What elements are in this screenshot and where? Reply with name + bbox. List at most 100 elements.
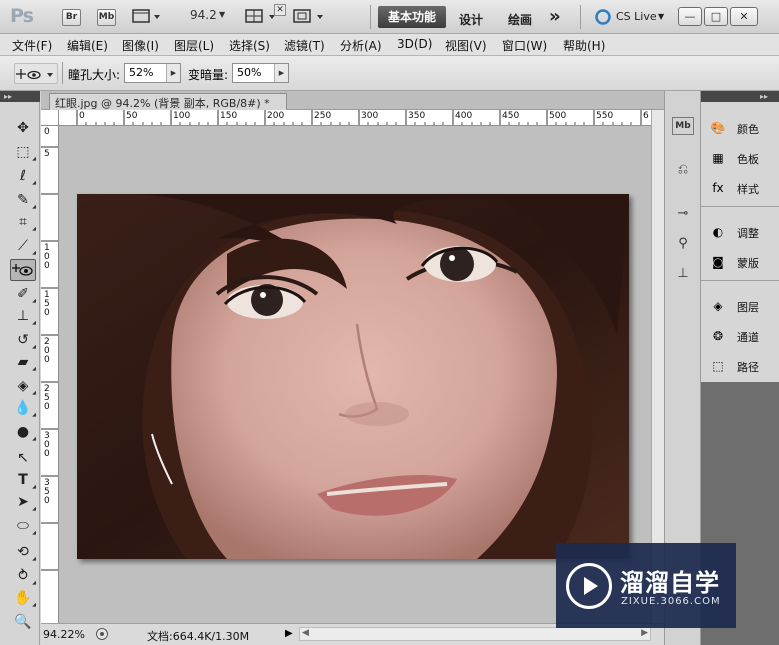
- application-bar: Ps Br Mb 94.2 ▼ 基本功能 设计 绘画 » CS Live ▼ —…: [0, 0, 779, 34]
- cs-live-button[interactable]: CS Live: [616, 10, 657, 23]
- screen-mode-icon: [293, 9, 323, 23]
- brush-tool-icon[interactable]: ✐ ◢: [10, 283, 36, 305]
- eraser-tool-icon[interactable]: ▰ ◢: [10, 351, 36, 373]
- ruler-label: 50: [126, 111, 138, 121]
- menu-layer[interactable]: 图层(L): [174, 37, 214, 54]
- clone-stamp-tool-icon[interactable]: ⊥ ◢: [10, 305, 36, 327]
- status-info-icon[interactable]: [95, 627, 109, 644]
- horizontal-scrollbar[interactable]: ◀ ▶: [299, 627, 651, 641]
- panel-label: 图层: [737, 301, 759, 314]
- quick-selection-tool-icon[interactable]: ✎ ◢: [10, 189, 36, 211]
- bridge-button[interactable]: Br: [62, 9, 81, 26]
- pupil-size-input[interactable]: 52% ▶: [124, 63, 181, 83]
- 3d-rotate-tool-icon[interactable]: ⟲ ◢: [10, 541, 36, 563]
- menu-3d[interactable]: 3D(D): [397, 37, 432, 51]
- zoom-percent-field[interactable]: 94.22%: [43, 627, 91, 643]
- menu-help[interactable]: 帮助(H): [563, 37, 605, 54]
- panel-paths[interactable]: ⬚ 路径: [701, 352, 779, 380]
- panel-channels[interactable]: ❂ 通道: [701, 322, 779, 350]
- zoom-dropdown-icon[interactable]: ▼: [219, 10, 225, 19]
- menu-analysis[interactable]: 分析(A): [340, 37, 382, 54]
- horizontal-ruler[interactable]: 0 50 100 150 200 250 300 350 400 450 500…: [59, 110, 651, 126]
- expand-panels-icon[interactable]: ▸▸: [760, 91, 768, 102]
- cs-live-dropdown-icon[interactable]: ▼: [658, 12, 664, 21]
- photoshop-window: Ps Br Mb 94.2 ▼ 基本功能 设计 绘画 » CS Live ▼ —…: [0, 0, 779, 645]
- eyedropper-tool-icon[interactable]: ⟋ ◢: [10, 235, 36, 257]
- menu-filter[interactable]: 滤镜(T): [284, 37, 325, 54]
- menu-file[interactable]: 文件(F): [12, 37, 52, 54]
- ruler-label: 3 5 0: [44, 478, 50, 506]
- darken-amount-slider-icon[interactable]: ▶: [274, 64, 288, 82]
- move-tool-icon[interactable]: ✥: [10, 117, 36, 139]
- scroll-right-icon[interactable]: ▶: [641, 628, 648, 638]
- minimize-button[interactable]: —: [678, 7, 702, 26]
- ellipse-tool-icon[interactable]: ⬭ ◢: [10, 515, 36, 537]
- view-extras-button[interactable]: [132, 8, 164, 27]
- more-workspaces-icon[interactable]: »: [549, 6, 561, 27]
- adjustments-icon: ◐: [712, 225, 724, 239]
- blur-tool-icon[interactable]: 💧 ◢: [10, 397, 36, 419]
- portrait-photo[interactable]: [77, 194, 629, 559]
- panel-styles[interactable]: fx 样式: [701, 174, 779, 202]
- panel-layers[interactable]: ◈ 图层: [701, 292, 779, 320]
- panel-divider: [701, 280, 779, 281]
- photoshop-logo: Ps: [10, 5, 34, 27]
- tool-preset-picker[interactable]: [14, 63, 58, 84]
- ruler-label: 450: [502, 111, 520, 121]
- styles-icon: fx: [712, 181, 724, 195]
- hand-tool-icon[interactable]: ✋ ◢: [10, 587, 36, 609]
- panel-label: 蒙版: [737, 257, 759, 270]
- close-button[interactable]: ✕: [730, 7, 758, 26]
- menu-select[interactable]: 选择(S): [229, 37, 270, 54]
- brush-presets-panel-icon[interactable]: ⊸: [671, 203, 695, 225]
- 3d-orbit-tool-icon[interactable]: ⥁ ◢: [10, 565, 36, 587]
- ruler-label: 3 0 0: [44, 431, 50, 459]
- workspace-painting-button[interactable]: 绘画: [508, 11, 532, 28]
- history-panel-icon[interactable]: ⎌: [671, 159, 695, 181]
- history-brush-tool-icon[interactable]: ↺ ◢: [10, 329, 36, 351]
- scroll-left-icon[interactable]: ◀: [302, 628, 309, 638]
- path-selection-tool-icon[interactable]: ↖: [10, 447, 36, 469]
- panel-swatches[interactable]: ▦ 色板: [701, 144, 779, 172]
- mini-bridge-panel-icon[interactable]: Mb: [672, 117, 694, 135]
- paint-bucket-tool-icon[interactable]: ◈ ◢: [10, 375, 36, 397]
- ruler-label: 500: [549, 111, 567, 121]
- menu-image[interactable]: 图像(I): [122, 37, 159, 54]
- zoom-tool-icon[interactable]: 🔍: [10, 611, 36, 633]
- panel-adjustments[interactable]: ◐ 调整: [701, 218, 779, 246]
- red-eye-tool-icon[interactable]: [10, 259, 36, 281]
- clone-source-panel-icon[interactable]: ⚲: [671, 233, 695, 255]
- status-menu-arrow-icon[interactable]: ▶: [285, 628, 293, 639]
- workspace-essentials-button[interactable]: 基本功能: [378, 6, 446, 28]
- dodge-tool-icon[interactable]: ● ◢: [10, 421, 36, 443]
- document-close-icon[interactable]: ✕: [274, 4, 286, 16]
- ruler-label: 150: [220, 111, 238, 121]
- layers-icon: ◈: [713, 299, 723, 313]
- mini-bridge-button[interactable]: Mb: [97, 9, 116, 26]
- workspace-design-button[interactable]: 设计: [459, 11, 483, 28]
- panel-label: 通道: [737, 331, 759, 344]
- ruler-origin[interactable]: [41, 110, 59, 126]
- tools-collapse-icon[interactable]: ▸▸: [0, 91, 40, 102]
- pupil-size-label: 瞳孔大小:: [68, 68, 121, 82]
- ruler-label: 300: [361, 111, 379, 121]
- vertical-ruler[interactable]: 0 5 1 0 0 1 5 0 2 0 0 2 5 0 3 0 0 3 5 0: [41, 126, 59, 623]
- crop-tool-icon[interactable]: ⌗ ◢: [10, 211, 36, 233]
- darken-amount-input[interactable]: 50% ▶: [232, 63, 289, 83]
- type-tool-icon[interactable]: T ◢: [10, 469, 36, 491]
- menu-window[interactable]: 窗口(W): [502, 37, 547, 54]
- menu-edit[interactable]: 编辑(E): [67, 37, 108, 54]
- panel-color[interactable]: 🎨 颜色: [701, 114, 779, 142]
- marquee-tool-icon[interactable]: ⬚ ◢: [10, 141, 36, 163]
- lasso-tool-icon[interactable]: ℓ ◢: [10, 165, 36, 187]
- document-tab[interactable]: 红眼.jpg @ 94.2% (背景 副本, RGB/8#) *: [49, 93, 287, 110]
- restore-button[interactable]: □: [704, 7, 728, 26]
- pupil-size-slider-icon[interactable]: ▶: [166, 64, 180, 82]
- tool-presets-panel-icon[interactable]: ⊥: [671, 263, 695, 285]
- screen-mode-button[interactable]: [293, 8, 327, 27]
- direct-selection-tool-icon[interactable]: ➤ ◢: [10, 491, 36, 513]
- panel-masks[interactable]: ◙ 蒙版: [701, 248, 779, 276]
- zoom-level-display[interactable]: 94.2: [190, 8, 217, 22]
- panel-divider: [701, 206, 779, 207]
- menu-view[interactable]: 视图(V): [445, 37, 487, 54]
